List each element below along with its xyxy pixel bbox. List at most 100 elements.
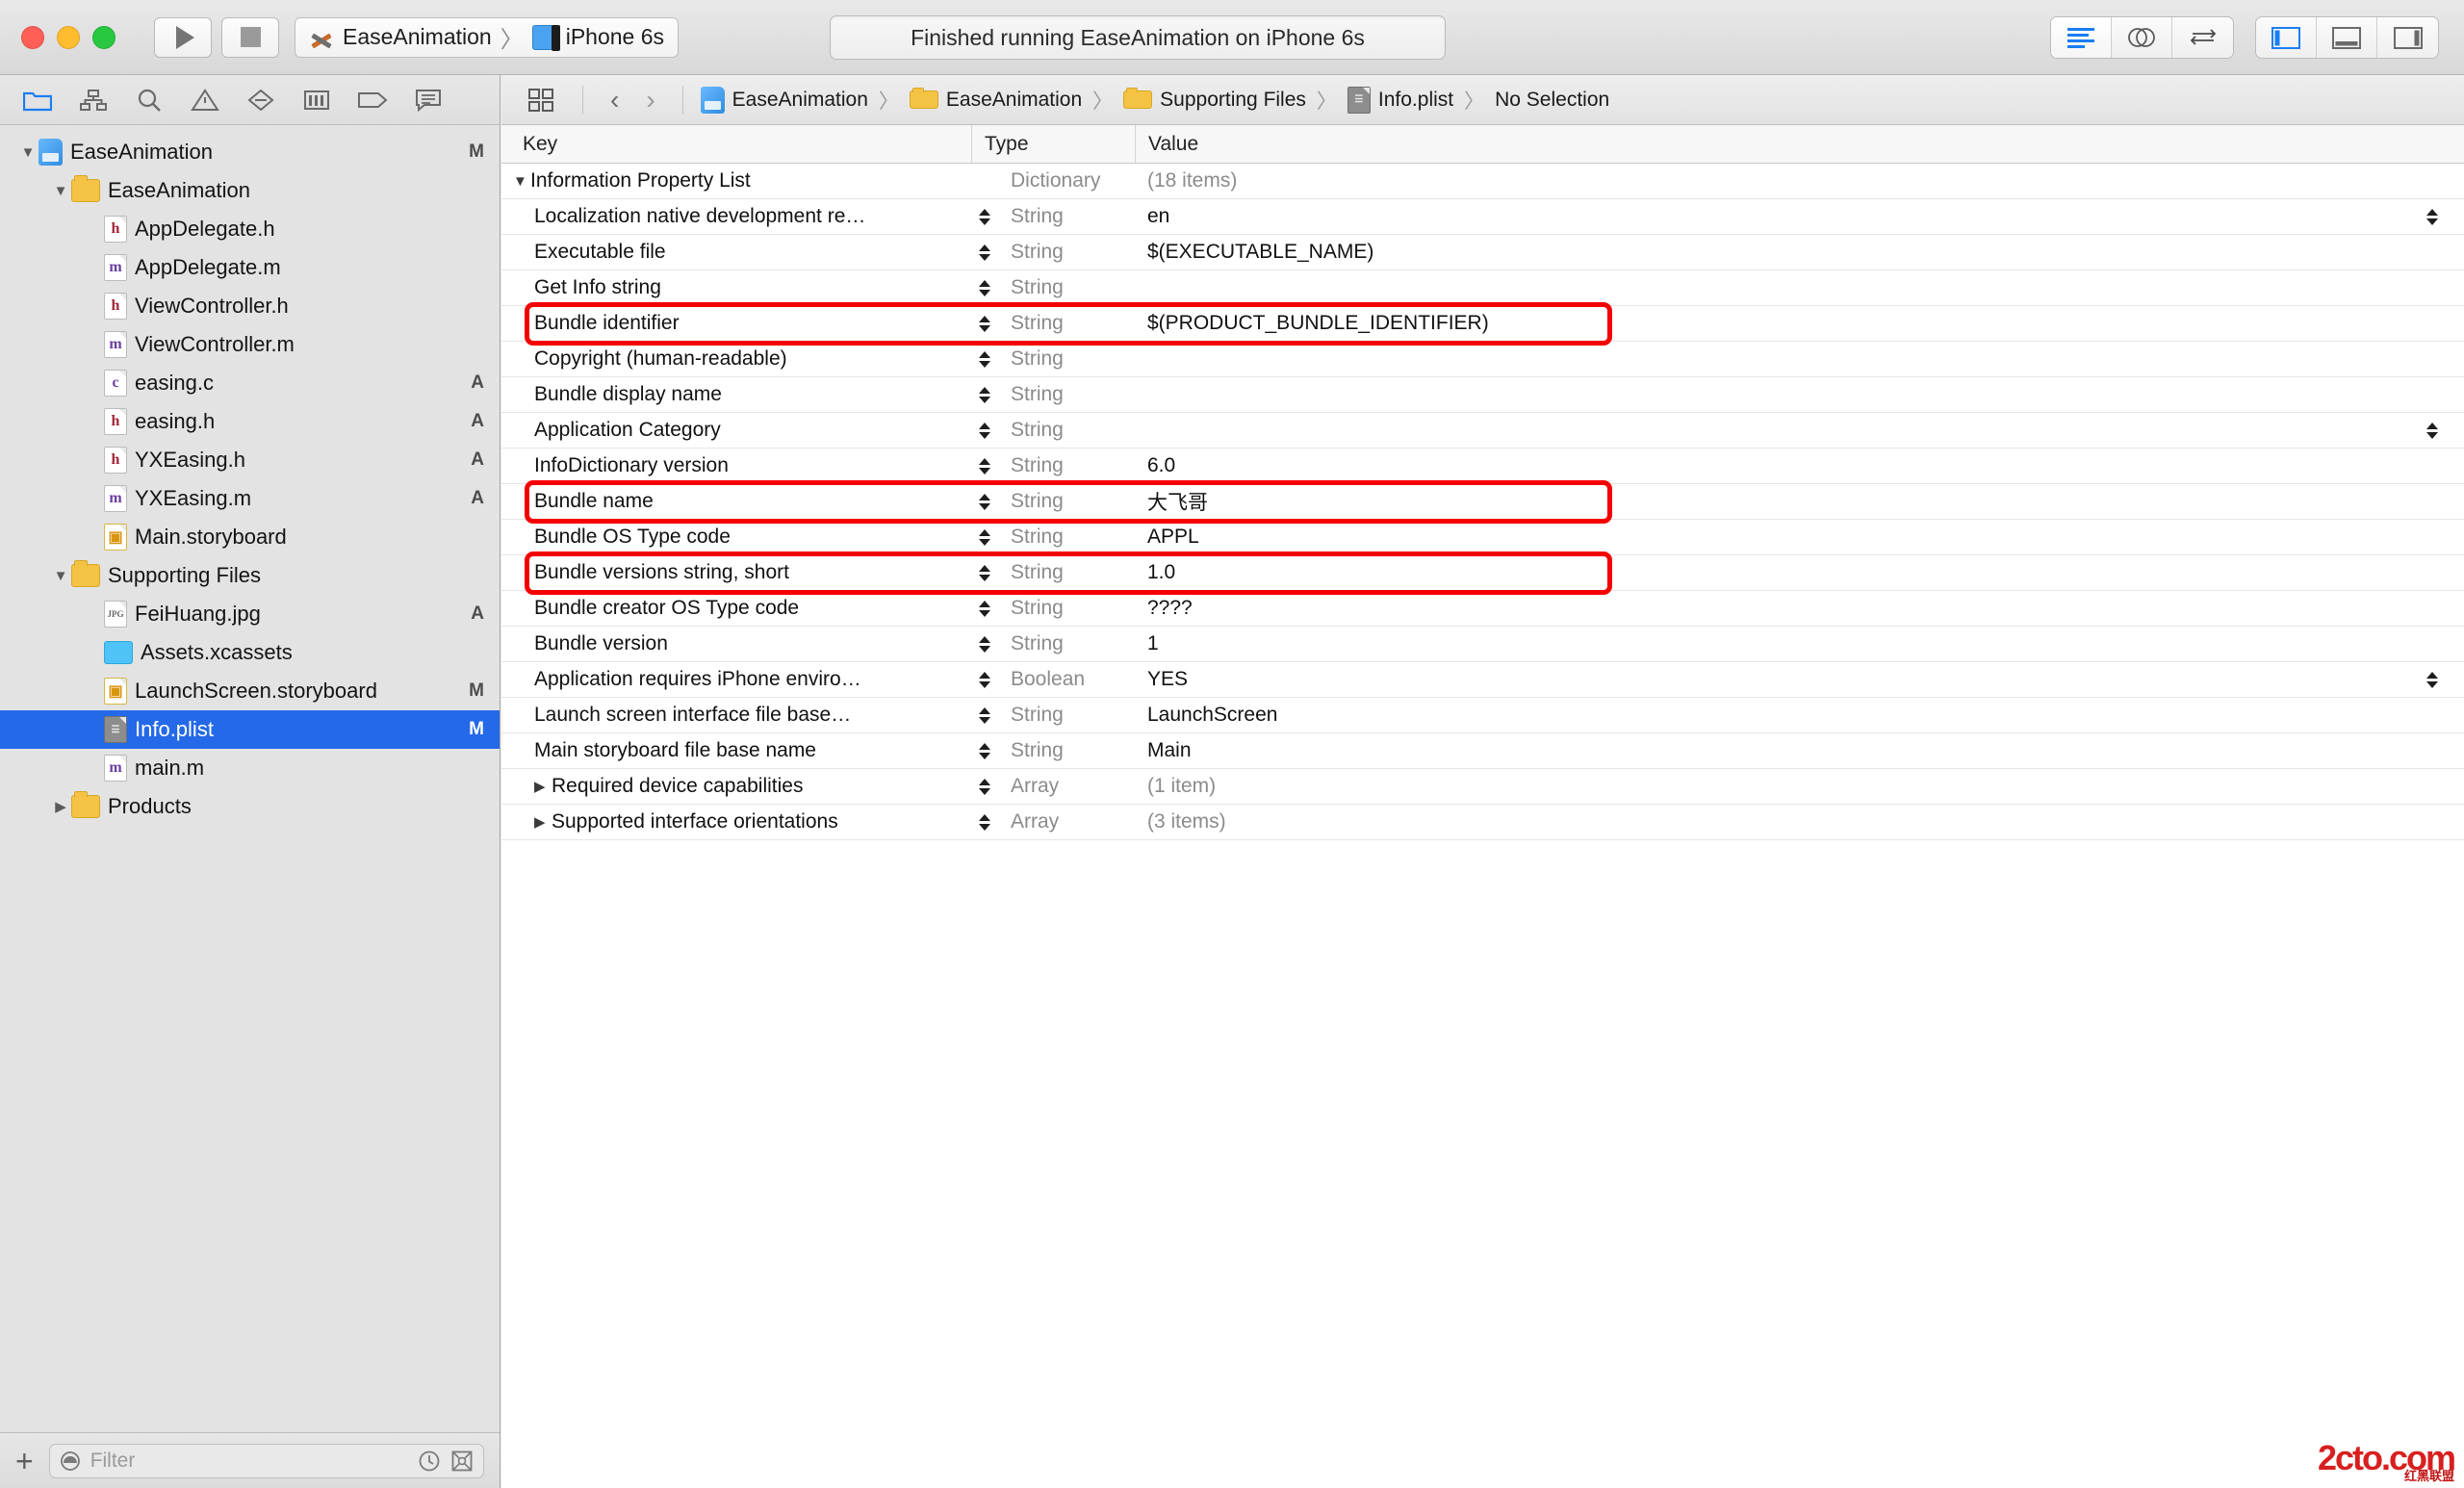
sidebar-item-launchscreen-storyboard[interactable]: ▣LaunchScreen.storyboardM xyxy=(0,672,500,710)
disclosure-triangle[interactable]: ▼ xyxy=(50,568,71,584)
disclosure-triangle[interactable]: ▼ xyxy=(513,173,530,190)
stepper-down-icon[interactable] xyxy=(979,575,990,581)
sidebar-item-viewcontroller-h[interactable]: hViewController.h xyxy=(0,287,500,325)
key-stepper[interactable] xyxy=(971,636,998,653)
sidebar-item-main-storyboard[interactable]: ▣Main.storyboard xyxy=(0,518,500,556)
sidebar-item-yxeasing-m[interactable]: mYXEasing.mA xyxy=(0,479,500,518)
stepper-up-icon[interactable] xyxy=(979,280,990,287)
stepper-up-icon[interactable] xyxy=(979,458,990,465)
plist-key-cell[interactable]: Launch screen interface file base… xyxy=(501,704,971,727)
plist-value-cell[interactable]: 1.0 xyxy=(1135,561,2464,584)
stepper-up-icon[interactable] xyxy=(979,636,990,643)
related-items-button[interactable] xyxy=(513,81,569,119)
key-stepper[interactable] xyxy=(971,351,998,368)
stepper-up-icon[interactable] xyxy=(979,351,990,358)
symbol-navigator-button[interactable] xyxy=(65,81,121,119)
key-stepper[interactable] xyxy=(971,565,998,581)
stepper-down-icon[interactable] xyxy=(979,753,990,759)
table-row[interactable]: Bundle display nameString xyxy=(501,377,2464,413)
stepper-down-icon[interactable] xyxy=(979,610,990,617)
plist-key-cell[interactable]: Application requires iPhone enviro… xyxy=(501,668,971,691)
value-stepper[interactable] xyxy=(2420,672,2445,688)
plist-key-cell[interactable]: Copyright (human-readable) xyxy=(501,347,971,371)
sidebar-item-easeanimation[interactable]: ▼EaseAnimationM xyxy=(0,133,500,171)
table-row[interactable]: Application requires iPhone enviro…Boole… xyxy=(501,662,2464,698)
recent-files-icon[interactable] xyxy=(418,1450,441,1473)
plist-type-cell[interactable]: String xyxy=(998,490,1135,513)
stepper-down-icon[interactable] xyxy=(979,681,990,688)
disclosure-triangle[interactable]: ▶ xyxy=(50,798,71,815)
stepper-up-icon[interactable] xyxy=(979,743,990,750)
breadcrumb[interactable]: EaseAnimation〉EaseAnimation〉Supporting F… xyxy=(697,86,1614,115)
test-navigator-button[interactable] xyxy=(233,81,289,119)
stepper-down-icon[interactable] xyxy=(2426,681,2438,688)
find-navigator-button[interactable] xyxy=(121,81,177,119)
table-row[interactable]: Copyright (human-readable) String xyxy=(501,342,2464,377)
table-row[interactable]: Bundle nameString大飞哥 xyxy=(501,484,2464,520)
add-file-button[interactable]: + xyxy=(15,1446,34,1476)
stepper-down-icon[interactable] xyxy=(979,290,990,296)
value-stepper[interactable] xyxy=(2420,209,2445,225)
plist-key-cell[interactable]: Bundle versions string, short xyxy=(501,561,971,584)
key-stepper[interactable] xyxy=(971,529,998,546)
plist-value-cell[interactable]: $(PRODUCT_BUNDLE_IDENTIFIER) xyxy=(1135,312,2464,335)
plist-value-cell[interactable]: ???? xyxy=(1135,597,2464,620)
standard-editor-button[interactable] xyxy=(2051,17,2112,58)
breadcrumb-item-easeanimation[interactable]: EaseAnimation xyxy=(906,89,1086,112)
plist-type-cell[interactable]: String xyxy=(998,526,1135,549)
disclosure-triangle[interactable]: ▶ xyxy=(534,813,552,831)
stepper-down-icon[interactable] xyxy=(979,325,990,332)
assistant-editor-button[interactable] xyxy=(2112,17,2172,58)
plist-type-cell[interactable]: String xyxy=(998,561,1135,584)
back-button[interactable]: ‹ xyxy=(597,85,632,115)
source-control-filter-icon[interactable] xyxy=(450,1450,474,1473)
table-row[interactable]: InfoDictionary versionString6.0 xyxy=(501,449,2464,484)
stepper-down-icon[interactable] xyxy=(979,361,990,368)
plist-value-cell[interactable]: APPL xyxy=(1135,526,2464,549)
key-stepper[interactable] xyxy=(971,494,998,510)
table-row[interactable]: Bundle identifierString$(PRODUCT_BUNDLE_… xyxy=(501,306,2464,342)
stepper-down-icon[interactable] xyxy=(979,468,990,475)
key-stepper[interactable] xyxy=(971,458,998,475)
key-stepper[interactable] xyxy=(971,316,998,332)
stepper-down-icon[interactable] xyxy=(2426,432,2438,439)
plist-key-cell[interactable]: Bundle name xyxy=(501,490,971,513)
sidebar-item-easeanimation[interactable]: ▼EaseAnimation xyxy=(0,171,500,210)
key-stepper[interactable] xyxy=(971,779,998,795)
key-stepper[interactable] xyxy=(971,672,998,688)
sidebar-item-feihuang-jpg[interactable]: JPGFeiHuang.jpgA xyxy=(0,595,500,633)
stepper-down-icon[interactable] xyxy=(979,432,990,439)
table-row[interactable]: Bundle versions string, short String1.0 xyxy=(501,555,2464,591)
sidebar-item-assets-xcassets[interactable]: Assets.xcassets xyxy=(0,633,500,672)
minimize-button[interactable] xyxy=(57,26,80,49)
stepper-down-icon[interactable] xyxy=(979,503,990,510)
plist-type-cell[interactable]: Array xyxy=(998,810,1135,834)
scheme-selector[interactable]: EaseAnimation 〉 iPhone 6s xyxy=(295,17,679,58)
table-row[interactable]: Executable fileString$(EXECUTABLE_NAME) xyxy=(501,235,2464,270)
debug-navigator-button[interactable] xyxy=(289,81,345,119)
plist-key-cell[interactable]: Bundle version xyxy=(501,632,971,655)
plist-type-cell[interactable]: String xyxy=(998,597,1135,620)
plist-value-cell[interactable]: Main xyxy=(1135,739,2464,762)
key-stepper[interactable] xyxy=(971,743,998,759)
version-editor-button[interactable] xyxy=(2172,17,2233,58)
stepper-down-icon[interactable] xyxy=(979,397,990,403)
plist-type-cell[interactable]: String xyxy=(998,347,1135,371)
plist-value-cell[interactable]: 1 xyxy=(1135,632,2464,655)
key-stepper[interactable] xyxy=(971,280,998,296)
stepper-up-icon[interactable] xyxy=(979,316,990,322)
stepper-down-icon[interactable] xyxy=(979,539,990,546)
plist-key-cell[interactable]: Executable file xyxy=(501,241,971,264)
plist-key-cell[interactable]: Bundle OS Type code xyxy=(501,526,971,549)
plist-key-cell[interactable]: Bundle identifier xyxy=(501,312,971,335)
stepper-up-icon[interactable] xyxy=(979,814,990,821)
breadcrumb-item-no-selection[interactable]: No Selection xyxy=(1491,89,1613,112)
stepper-down-icon[interactable] xyxy=(979,824,990,831)
sidebar-item-info-plist[interactable]: ☰Info.plistM xyxy=(0,710,500,749)
plist-key-cell[interactable]: Get Info string xyxy=(501,276,971,299)
issue-navigator-button[interactable] xyxy=(177,81,233,119)
plist-key-cell[interactable]: Main storyboard file base name xyxy=(501,739,971,762)
plist-value-cell[interactable]: en xyxy=(1135,205,2464,228)
plist-key-cell[interactable]: Bundle creator OS Type code xyxy=(501,597,971,620)
disclosure-triangle[interactable]: ▼ xyxy=(17,144,38,161)
